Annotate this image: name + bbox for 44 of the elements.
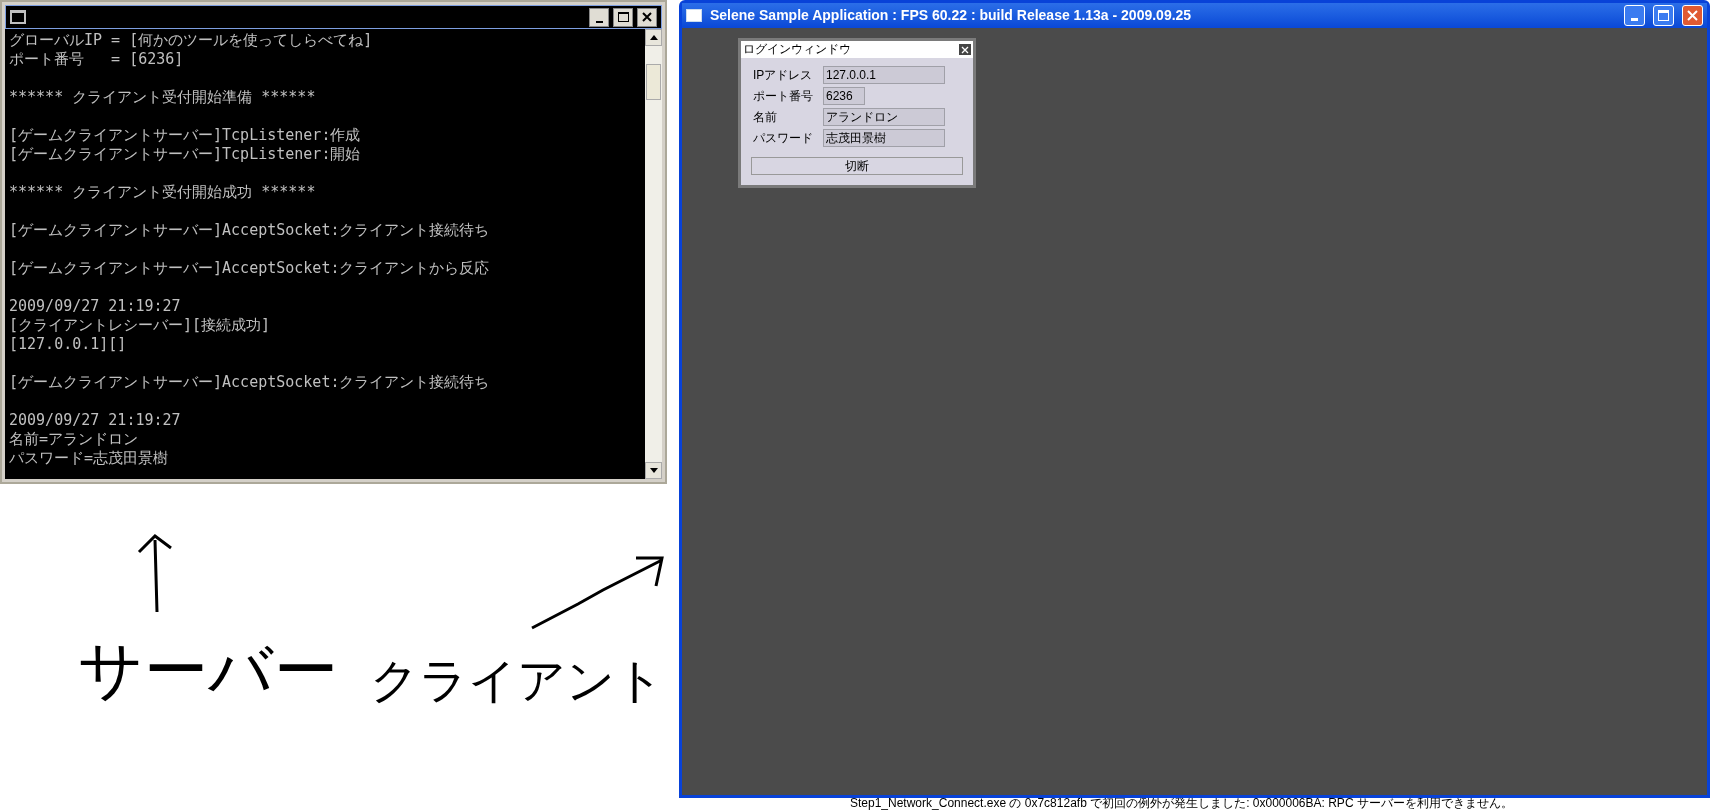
caret-up-icon <box>649 35 658 40</box>
caret-down-icon <box>649 468 658 473</box>
console-line: ****** クライアント受付開始準備 ****** <box>9 88 316 107</box>
console-line: [クライアントレシーバー][接続成功] <box>9 316 271 335</box>
console-line: [127.0.0.1][] <box>9 335 127 354</box>
window-icon <box>686 9 702 22</box>
login-title: ログインウィンドウ <box>743 42 851 57</box>
console-line: ポート番号 = [6236] <box>9 50 184 69</box>
close-button[interactable] <box>637 7 657 27</box>
close-button[interactable] <box>959 44 971 55</box>
close-icon <box>961 45 969 54</box>
field-label: パスワード <box>752 130 814 146</box>
console-line: [ゲームクライアントサーバー]AcceptSocket:クライアント接続待ち <box>9 221 490 240</box>
handwritten-label: サーバー <box>78 632 338 709</box>
console-line: グローバルIP = [何かのツールを使ってしらべてね] <box>9 31 373 50</box>
minimize-button[interactable] <box>589 7 609 27</box>
console-line: [ゲームクライアントサーバー]AcceptSocket:クライアント接続待ち <box>9 373 490 392</box>
console-line: 名前=アランドロン <box>9 430 139 449</box>
scroll-down-button[interactable] <box>645 462 662 479</box>
scroll-up-button[interactable] <box>645 29 662 46</box>
disconnect-button[interactable]: 切断 <box>751 157 963 175</box>
input-field[interactable]: 6236 <box>823 87 865 105</box>
handwritten-label: クライアント <box>370 651 664 710</box>
console-icon <box>10 10 26 24</box>
scroll-thumb[interactable] <box>646 64 661 100</box>
console-line: [ゲームクライアントサーバー]TcpListener:開始 <box>9 145 361 164</box>
input-field[interactable]: アランドロン <box>823 108 945 126</box>
console-line: [ゲームクライアントサーバー]TcpListener:作成 <box>9 126 361 145</box>
field-label: 名前 <box>752 109 778 125</box>
field-label: ポート番号 <box>752 88 814 104</box>
console-line: 2009/09/27 21:19:27 <box>9 411 181 430</box>
console-line: パスワード=志茂田景樹 <box>9 449 169 468</box>
field-label: IPアドレス <box>752 67 814 83</box>
close-icon <box>642 12 652 22</box>
output-text: Step1_Network_Connect.exe の 0x7c812afb で初回の例外が発生しました: 0x000006BA: RPC サーバーを利用できません。 <box>850 797 1513 810</box>
maximize-button[interactable] <box>613 7 633 27</box>
close-icon <box>1687 10 1698 21</box>
scrollbar[interactable] <box>645 29 662 479</box>
console-line: [ゲームクライアントサーバー]AcceptSocket:クライアントから反応 <box>9 259 490 278</box>
input-field[interactable]: 127.0.0.1 <box>823 66 945 84</box>
console-line: ****** クライアント受付開始成功 ****** <box>9 183 316 202</box>
window-title: Selene Sample Application : FPS 60.22 : build Release 1.13a - 2009.09.25 <box>710 6 1193 25</box>
console-line: 2009/09/27 21:19:27 <box>9 297 181 316</box>
input-field[interactable]: 志茂田景樹 <box>823 129 945 147</box>
